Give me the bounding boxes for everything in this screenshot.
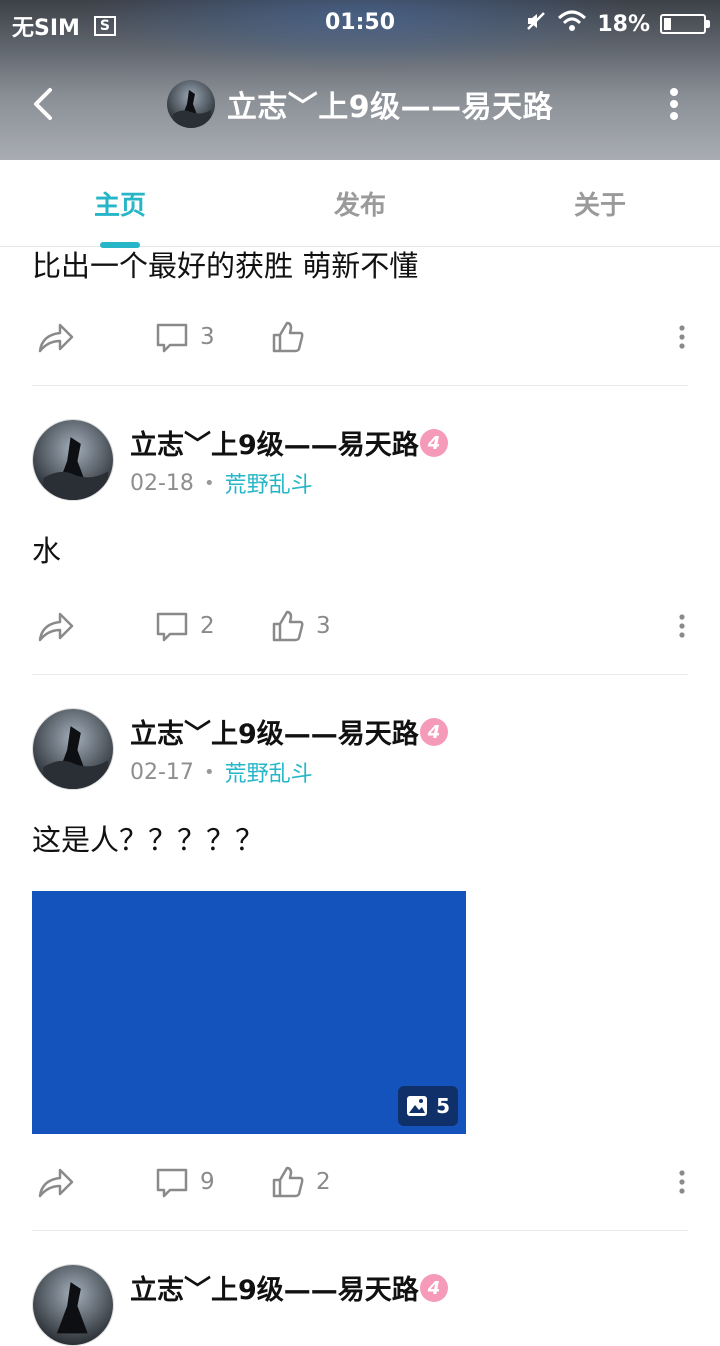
thumbs-up-icon (272, 610, 304, 642)
like-count: 3 (316, 613, 331, 639)
comment-icon (156, 1168, 188, 1198)
author-avatar[interactable] (32, 1264, 114, 1346)
battery-icon (660, 14, 710, 34)
divider (32, 1230, 688, 1231)
divider (32, 385, 688, 386)
comment-count: 9 (200, 1169, 215, 1195)
like-button[interactable] (270, 312, 316, 362)
post-image[interactable]: 5 (32, 891, 466, 1134)
post-author-row: 立志﹀上9级——易天路 4 02-17 • 荒野乱斗 (32, 708, 688, 790)
author-name[interactable]: 立志﹀上9级——易天路 (130, 423, 419, 462)
more-vertical-icon (670, 88, 678, 120)
post-actions: 2 3 (0, 601, 720, 651)
post-more-button[interactable] (668, 312, 696, 362)
page-title: 立志﹀上9级——易天路 (226, 90, 554, 125)
battery-percent: 18% (597, 11, 650, 37)
author-name[interactable]: 立志﹀上9级——易天路 (130, 712, 419, 751)
post-date: 02-17 (130, 759, 194, 785)
more-vertical-icon (679, 325, 685, 349)
status-bar: 无SIM S 01:50 18% (0, 0, 720, 50)
share-button[interactable] (36, 312, 76, 362)
image-count: 5 (436, 1094, 450, 1118)
like-button[interactable]: 2 (270, 1157, 331, 1207)
comment-button[interactable]: 3 (154, 312, 215, 362)
author-avatar[interactable] (32, 419, 114, 501)
active-tab-indicator (100, 242, 140, 248)
image-count-badge: 5 (398, 1086, 458, 1126)
post-more-button[interactable] (668, 1157, 696, 1207)
tab-bar: 主页 发布 关于 (0, 160, 720, 247)
post-meta: 02-18 • 荒野乱斗 (130, 467, 313, 499)
tab-posts[interactable]: 发布 (240, 160, 480, 246)
post-actions: 3 (0, 312, 720, 362)
top-header: 无SIM S 01:50 18% 立志﹀上9级——易天路 (0, 0, 720, 160)
thumbs-up-icon (272, 321, 304, 353)
share-icon (38, 323, 74, 353)
separator-dot: • (203, 472, 215, 494)
divider (32, 674, 688, 675)
image-gallery-icon (407, 1096, 428, 1116)
like-button[interactable]: 3 (270, 601, 331, 651)
post-author-row: 立志﹀上9级——易天路 4 (32, 1264, 688, 1346)
post-actions: 9 2 (0, 1157, 720, 1207)
topic-link[interactable]: 荒野乱斗 (225, 756, 313, 788)
post-text: 这是人？？？？？ (32, 823, 265, 857)
tab-about[interactable]: 关于 (480, 160, 720, 246)
nav-bar: 立志﹀上9级——易天路 (0, 72, 720, 136)
profile-avatar (166, 80, 215, 128)
tab-home[interactable]: 主页 (0, 160, 240, 246)
comment-icon (156, 612, 188, 642)
thumbs-up-icon (272, 1166, 304, 1198)
comment-button[interactable]: 2 (154, 601, 215, 651)
author-name[interactable]: 立志﹀上9级——易天路 (130, 1268, 419, 1307)
separator-dot: • (203, 761, 215, 783)
post-meta: 02-17 • 荒野乱斗 (130, 756, 313, 788)
post-date: 02-18 (130, 470, 194, 496)
post-more-button[interactable] (668, 601, 696, 651)
share-button[interactable] (36, 601, 76, 651)
comment-count: 3 (200, 324, 215, 350)
more-options-button[interactable] (664, 82, 684, 126)
comment-button[interactable]: 9 (154, 1157, 215, 1207)
share-button[interactable] (36, 1157, 76, 1207)
level-badge: 4 (420, 718, 448, 746)
post-author-row: 立志﹀上9级——易天路 4 02-18 • 荒野乱斗 (32, 419, 688, 501)
author-avatar[interactable] (32, 708, 114, 790)
more-vertical-icon (679, 614, 685, 638)
mute-icon (525, 10, 547, 38)
more-vertical-icon (679, 1170, 685, 1194)
topic-link[interactable]: 荒野乱斗 (225, 467, 313, 499)
comment-icon (156, 323, 188, 353)
post-text: 水 (32, 534, 62, 568)
level-badge: 4 (420, 1274, 448, 1302)
post-text: 比出一个最好的获胜 萌新不懂 (32, 249, 419, 283)
share-icon (38, 612, 74, 642)
wifi-icon (557, 10, 587, 38)
comment-count: 2 (200, 613, 215, 639)
level-badge: 4 (420, 429, 448, 457)
share-icon (38, 1168, 74, 1198)
like-count: 2 (316, 1169, 331, 1195)
